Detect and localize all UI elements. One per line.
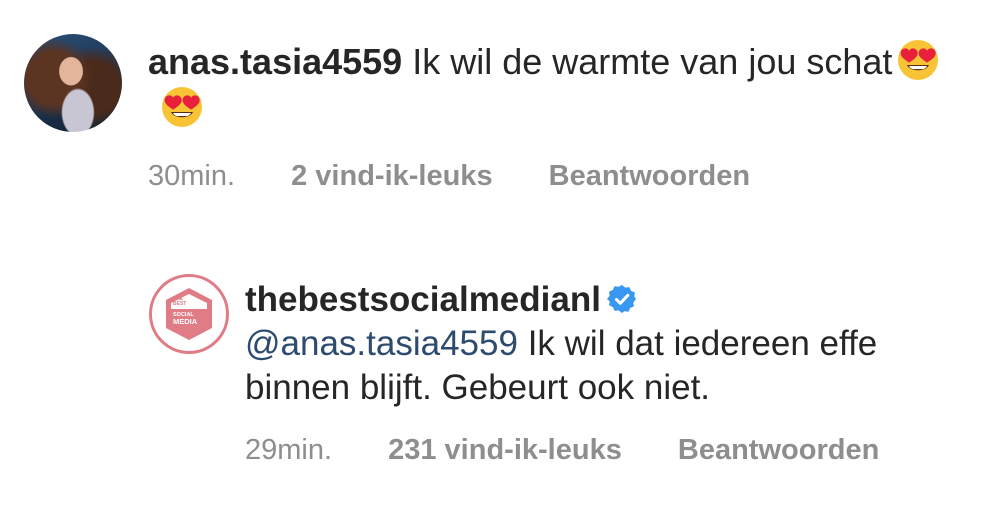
- comment-body: anas.tasia4559 Ik wil de warmte van jou …: [148, 38, 964, 193]
- username-link[interactable]: thebestsocialmedianl: [245, 280, 601, 319]
- username-link[interactable]: anas.tasia4559: [148, 41, 402, 82]
- likes-count-link[interactable]: 231 vind-ik-leuks: [388, 434, 622, 466]
- timestamp: 30min.: [148, 160, 236, 192]
- comment-message: Ik wil de warmte van jou schat: [412, 41, 893, 82]
- heart-eyes-emoji-icon: [898, 40, 939, 80]
- avatar[interactable]: [24, 34, 122, 132]
- heart-eyes-emoji-icon: [162, 87, 202, 127]
- comment-text: thebestsocialmedianl @anas.tasia4559 Ik …: [245, 278, 979, 410]
- logo-line-4: MEDIA: [173, 317, 198, 326]
- mention-link[interactable]: @anas.tasia4559: [245, 324, 518, 363]
- brand-logo-icon: THE BEST SOCIAL MEDIA: [166, 288, 212, 340]
- verified-badge-icon: [606, 285, 636, 313]
- comment-meta: 29min. 231 vind-ik-leuks Beantwoorden: [245, 434, 979, 467]
- logo-line-2: BEST: [173, 301, 186, 307]
- comment-body: thebestsocialmedianl @anas.tasia4559 Ik …: [245, 278, 979, 467]
- avatar[interactable]: THE BEST SOCIAL MEDIA: [149, 274, 229, 354]
- likes-count-link[interactable]: 2 vind-ik-leuks: [291, 160, 492, 192]
- comment-meta: 30min. 2 vind-ik-leuks Beantwoorden: [148, 160, 964, 193]
- reply-button[interactable]: Beantwoorden: [678, 434, 879, 466]
- comment-text: anas.tasia4559 Ik wil de warmte van jou …: [148, 38, 964, 132]
- timestamp: 29min.: [245, 434, 333, 466]
- reply-button[interactable]: Beantwoorden: [549, 160, 750, 192]
